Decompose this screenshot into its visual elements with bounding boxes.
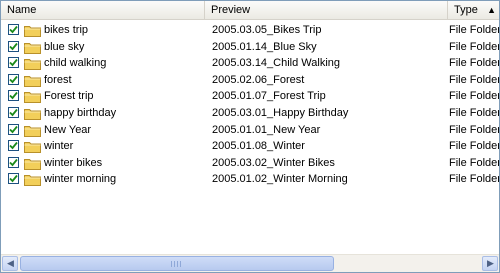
folder-name: happy birthday (44, 106, 117, 119)
row-checkbox[interactable] (8, 140, 19, 152)
folder-preview: 2005.03.02_Winter Bikes (212, 156, 335, 169)
arrow-right-icon: ▶ (487, 258, 494, 268)
row-checkbox[interactable] (8, 90, 19, 102)
column-preview-label: Preview (211, 4, 251, 16)
folder-preview: 2005.03.01_Happy Birthday (212, 106, 349, 119)
folder-name: winter bikes (44, 156, 103, 169)
checkmark-icon (9, 158, 18, 167)
folder-name: winter (44, 140, 74, 153)
folder-preview: 2005.01.01_New Year (212, 123, 321, 136)
row-checkbox[interactable] (8, 57, 19, 69)
column-name-label: Name (7, 4, 37, 16)
checkmark-icon (9, 92, 18, 100)
column-type-header[interactable]: Type ▲ (448, 1, 499, 19)
row-checkbox[interactable] (8, 173, 19, 185)
table-row[interactable]: Forest trip 2005.01.07_Forest Trip File Fo… (1, 88, 499, 105)
checkmark-icon (9, 59, 18, 67)
folder-type: File Folder (449, 173, 500, 186)
column-header: Name Preview Type ▲ (1, 1, 499, 20)
column-preview-header[interactable]: Preview (205, 1, 448, 19)
folder-name: forest (44, 73, 72, 86)
folder-icon (24, 108, 41, 120)
folder-icon (24, 92, 41, 104)
folder-name: bikes trip (44, 24, 89, 36)
checkmark-icon (9, 75, 18, 84)
arrow-left-icon: ◀ (7, 258, 14, 268)
folder-type: File Folder (449, 24, 500, 36)
folder-type: File Folder (449, 90, 500, 103)
checkmark-icon (9, 142, 18, 150)
folder-icon (24, 59, 41, 71)
folder-icon (24, 142, 41, 154)
checkmark-icon (9, 42, 18, 50)
folder-type: File Folder (449, 123, 500, 136)
folder-preview: 2005.01.08_Winter (212, 140, 305, 153)
row-checkbox[interactable] (8, 40, 19, 52)
table-row[interactable]: winter 2005.01.08_Winter File Folder (1, 138, 499, 155)
table-row[interactable]: forest 2005.02.06_Forest File Folder (1, 72, 499, 89)
folder-icon (24, 26, 41, 37)
folder-preview: 2005.01.02_Winter Morning (212, 173, 348, 186)
table-row[interactable]: winter bikes 2005.03.02_Winter Bikes File … (1, 155, 499, 172)
table-row[interactable]: blue sky 2005.01.14_Blue Sky File Folder (1, 39, 499, 56)
checkmark-icon (9, 25, 18, 34)
folder-name: child walking (44, 57, 107, 70)
folder-preview: 2005.01.14_Blue Sky (212, 40, 317, 53)
folder-name: New Year (44, 123, 92, 136)
checkmark-icon (9, 125, 18, 133)
grip-icon (171, 261, 183, 267)
row-checkbox[interactable] (8, 73, 19, 85)
folder-icon (24, 175, 41, 187)
folder-type: File Folder (449, 73, 500, 86)
folder-icon (24, 158, 41, 170)
column-type-label: Type (454, 4, 478, 16)
row-checkbox[interactable] (8, 156, 19, 168)
table-row[interactable]: New Year 2005.01.01_New Year File Folder (1, 122, 499, 139)
checkmark-icon (9, 108, 18, 117)
folder-type: File Folder (449, 40, 500, 53)
row-checkbox[interactable] (8, 24, 19, 35)
folder-icon (24, 125, 41, 137)
folder-preview: 2005.03.14_Child Walking (212, 57, 341, 70)
file-list-view: Name Preview Type ▲ bikes trip 2005.03.05_… (0, 0, 500, 273)
folder-name: Forest trip (44, 90, 94, 103)
folder-preview: 2005.02.06_Forest (212, 73, 305, 86)
scroll-right-button[interactable]: ▶ (482, 256, 498, 271)
folder-type: File Folder (449, 57, 500, 70)
horizontal-scrollbar[interactable]: ◀ ▶ (1, 254, 499, 272)
row-checkbox[interactable] (8, 106, 19, 118)
scroll-left-button[interactable]: ◀ (2, 256, 18, 271)
column-name-header[interactable]: Name (1, 1, 205, 19)
folder-icon (24, 75, 41, 87)
folder-type: File Folder (449, 140, 500, 153)
folder-type: File Folder (449, 106, 500, 119)
table-row[interactable]: winter morning 2005.01.02_Winter Morning F… (1, 171, 499, 188)
table-row[interactable]: happy birthday 2005.03.01_Happy Birthday F… (1, 105, 499, 122)
scrollbar-thumb[interactable] (20, 256, 334, 271)
folder-icon (24, 42, 41, 54)
folder-name: winter morning (44, 173, 117, 186)
checkmark-icon (9, 175, 18, 183)
table-row[interactable]: child walking 2005.03.14_Child Walking Fil… (1, 55, 499, 72)
table-row[interactable]: bikes trip 2005.03.05_Bikes Trip File Fold… (1, 22, 499, 39)
folder-name: blue sky (44, 40, 85, 53)
file-rows: bikes trip 2005.03.05_Bikes Trip File Fold… (1, 22, 499, 188)
row-checkbox[interactable] (8, 123, 19, 135)
folder-preview: 2005.03.05_Bikes Trip (212, 24, 322, 36)
sort-ascending-icon: ▲ (487, 5, 496, 15)
folder-preview: 2005.01.07_Forest Trip (212, 90, 326, 103)
folder-type: File Folder (449, 156, 500, 169)
